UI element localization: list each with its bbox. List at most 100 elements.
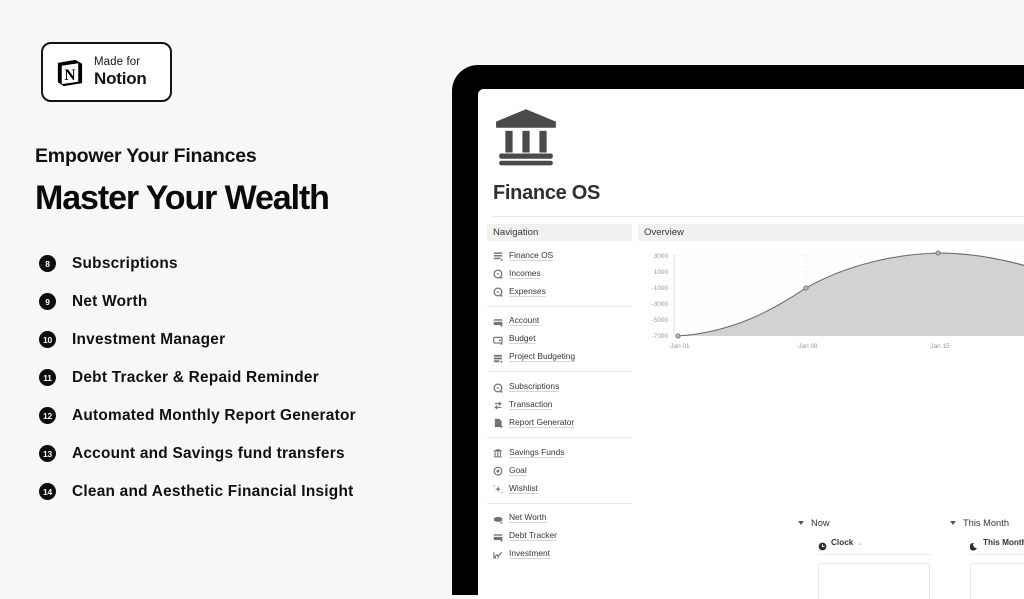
clock-icon [818,538,827,551]
stack-icon [493,351,504,363]
overview-chart: 3000 1000 -1000 -3000 -5000 -7000 Jan 01… [638,241,1024,351]
toggle-triangle-icon[interactable] [798,520,804,525]
x-tick-label: Jan 01 [670,343,690,350]
toggle-triangle-icon[interactable] [950,520,956,525]
feature-number-badge: 10 [39,331,56,349]
sidebar-item-label: Savings Funds [509,446,565,457]
overview-column: Overview 3000 1000 -1000 -3000 -5000 -70… [638,224,1024,599]
tablet-device-frame: Finance OS Navigation Finance OS Incomes… [452,65,1024,599]
sidebar-item-label: Debt Tracker [509,530,557,541]
list-item: 12 Automated Monthly Report Generator [39,403,449,429]
sidebar-item-label: Goal [509,464,527,475]
feature-label: Net Worth [72,292,148,310]
feature-number-badge: 13 [39,445,56,463]
sidebar-item-wishlist[interactable]: Wishlist [493,480,632,496]
sidebar-item-goal[interactable]: Goal [493,462,632,478]
feature-number-badge: 14 [39,483,56,501]
tablet-screen: Finance OS Navigation Finance OS Incomes… [478,89,1024,599]
sidebar-item-label: Wishlist [509,482,538,493]
sidebar-item-transaction[interactable]: Transaction [493,396,632,412]
card-source-row[interactable]: Clock ⌄ [818,536,946,551]
y-tick-label: -3000 [652,301,669,308]
y-tick-label: 1000 [654,269,669,276]
sidebar-item-debt-tracker[interactable]: Debt Tracker [493,528,632,544]
feature-label: Automated Monthly Report Generator [72,406,356,424]
sidebar-item-label: Budget [509,333,536,344]
sidebar-item-subscriptions[interactable]: Subscriptions [493,378,632,394]
card-source-label: This Month [983,538,1024,547]
coin-icon [493,285,504,298]
card-cover-text: MONTH [971,564,1024,599]
sidebar-item-savings-funds[interactable]: Savings Funds [493,444,632,460]
feature-list: 8 Subscriptions 9 Net Worth 10 Investmen… [39,251,449,517]
feature-number-badge: 11 [39,369,56,387]
sidebar-item-label: Expenses [509,285,546,296]
y-tick-label: -7000 [652,333,669,340]
sidebar-item-label: Finance OS [509,249,554,260]
nav-group: Finance OS Incomes Expenses [487,241,632,306]
transfer-icon [493,398,504,410]
sidebar-item-report-generator[interactable]: Report Generator [493,414,632,430]
card[interactable]: CLOCK Clock Now: 03-02-2024 , 01:48 AM Y… [818,563,930,599]
navigation-column: Navigation Finance OS Incomes Expenses A… [487,224,632,568]
x-tick-label: Jan 08 [798,343,818,350]
feature-label: Debt Tracker & Repaid Reminder [72,368,319,386]
wallet-icon [493,333,504,345]
list-item: 10 Investment Manager [39,327,449,353]
sidebar-item-label: Account [509,315,540,326]
y-tick-label: 3000 [654,253,669,260]
sidebar-item-expenses[interactable]: Expenses [493,283,632,299]
feature-label: Clean and Aesthetic Financial Insight [72,482,354,500]
chart-up-icon [493,548,504,559]
summary-card-this-month: This Month This Month ⌄ MONTH [950,516,1024,599]
sidebar-item-investment[interactable]: Investment [493,545,632,561]
target-icon [493,464,504,476]
card-divider [970,554,1024,555]
promo-panel: N Made for Notion Empower Your Finances … [0,0,452,576]
summary-card-now: Now Clock ⌄ CLOCK [798,516,946,599]
sidebar-item-incomes[interactable]: Incomes [493,265,632,281]
feature-number-badge: 8 [39,255,56,273]
title-divider [493,216,1024,217]
list-item: 8 Subscriptions [39,251,449,277]
summary-cards-row: Now Clock ⌄ CLOCK [798,516,1024,599]
coin-icon [493,267,504,280]
card-divider [818,554,932,555]
bank-building-icon [493,106,559,166]
y-tick-label: -5000 [652,317,669,324]
chart-area-fill [678,253,1024,336]
moon-icon [969,538,979,551]
list-item: 11 Debt Tracker & Repaid Reminder [39,365,449,391]
card-source-label: Clock [831,538,854,547]
sidebar-item-account[interactable]: Account [493,313,632,329]
list-item: 13 Account and Savings fund transfers [39,441,449,467]
feature-label: Subscriptions [72,254,178,272]
card-source-row[interactable]: This Month ⌄ [969,536,1024,551]
feature-label: Investment Manager [72,330,226,348]
toggle-this-month[interactable]: This Month [950,516,1024,529]
toggle-label: This Month [963,517,1009,528]
sidebar-item-label: Incomes [509,267,541,278]
badge-made-for-text: Made for [94,55,141,68]
promo-headline: Master Your Wealth [35,179,330,217]
bank-icon [493,446,504,458]
nav-group: Savings Funds Goal Wishlist [487,437,632,503]
nav-group: Net Worth Debt Tracker Investment [487,502,632,569]
sidebar-item-project-budgeting[interactable]: Project Budgeting [493,348,632,364]
card[interactable]: MONTH This Month Monthly Income: $0 Mont… [970,563,1024,599]
area-chart-svg: 3000 1000 -1000 -3000 -5000 -7000 Jan 01… [652,250,1024,350]
sidebar-item-label: Net Worth [509,512,547,523]
card-icon [493,530,504,542]
feature-label: Account and Savings fund transfers [72,444,345,462]
toggle-now[interactable]: Now [798,516,946,529]
promo-eyebrow: Empower Your Finances [35,145,257,167]
sidebar-item-budget[interactable]: Budget [493,331,632,347]
navigation-header: Navigation [487,224,632,241]
coin-icon [493,381,504,393]
sidebar-item-finance-os[interactable]: Finance OS [493,247,632,263]
sidebar-item-net-worth[interactable]: Net Worth [493,510,632,526]
toggle-label: Now [811,517,830,528]
y-tick-label: -1000 [652,285,669,292]
sidebar-item-label: Subscriptions [509,381,560,392]
chevron-down-icon[interactable]: ⌄ [857,539,863,547]
